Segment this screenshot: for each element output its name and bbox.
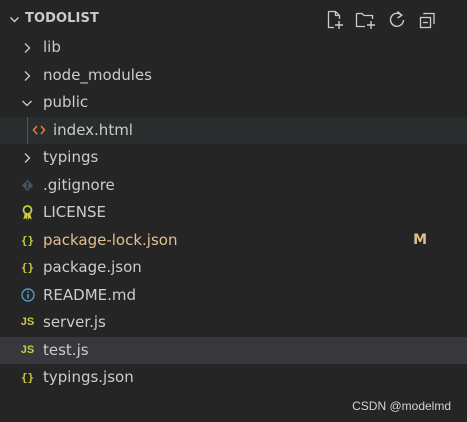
explorer-header: TODOLIST [0, 0, 467, 38]
tree-item-node-modules[interactable]: node_modules [0, 62, 467, 90]
tree-item-label: package-lock.json [43, 230, 178, 249]
tree-item-label: server.js [43, 313, 106, 331]
tree-item-label: LICENSE [43, 203, 106, 221]
refresh-icon [389, 10, 405, 27]
refresh-button[interactable] [386, 9, 408, 31]
tree-item-label: lib [43, 38, 61, 56]
watermark: CSDN @modelmd [352, 399, 451, 413]
tree-item-label: public [43, 93, 89, 111]
tree-item-label: README.md [43, 285, 137, 304]
json-icon: {} [20, 261, 35, 274]
tree-item-public[interactable]: public [0, 89, 467, 117]
tree-item-readme-md[interactable]: README.md [0, 282, 467, 310]
tree-item-license[interactable]: LICENSE [0, 199, 467, 227]
tree-item-server-js[interactable]: JS server.js [0, 309, 467, 337]
tree-item-lib[interactable]: lib [0, 34, 467, 62]
tree-item-gitignore[interactable]: .gitignore [0, 172, 467, 200]
tree-item-label: typings [43, 148, 99, 166]
explorer-title[interactable]: TODOLIST [25, 11, 99, 26]
json-icon: {} [20, 371, 35, 384]
info-icon [19, 282, 36, 310]
file-tree: lib node_modules public index.html typin… [0, 34, 467, 392]
js-icon: JS [20, 343, 35, 356]
tree-item-label: index.html [53, 120, 133, 139]
new-file-button[interactable] [324, 9, 346, 31]
chevron-right-icon [24, 70, 31, 81]
tree-item-label: package.json [43, 258, 142, 276]
tree-item-label: .gitignore [43, 175, 115, 194]
tree-item-typings[interactable]: typings [0, 144, 467, 172]
chevron-right-icon [24, 153, 31, 163]
git-icon [19, 172, 36, 200]
js-icon: JS [20, 316, 35, 328]
chevron-right-icon [24, 43, 31, 53]
tree-item-test-js[interactable]: JS test.js [0, 336, 467, 364]
new-folder-icon [355, 12, 375, 29]
html-icon [30, 117, 47, 145]
indent-guide [27, 116, 28, 144]
json-icon: {} [20, 233, 35, 247]
collapse-all-button[interactable] [417, 9, 439, 31]
new-file-icon [327, 10, 343, 29]
tree-item-label: typings.json [43, 368, 134, 386]
explorer-toolbar [324, 9, 439, 31]
chevron-down-icon[interactable] [9, 14, 20, 25]
tree-item-package-json[interactable]: {} package.json [0, 254, 467, 282]
tree-item-package-lock-json[interactable]: {} package-lock.json M [0, 227, 467, 255]
license-icon [19, 199, 36, 227]
tree-item-typings-json[interactable]: {} typings.json [0, 364, 467, 392]
tree-item-index-html[interactable]: index.html [0, 116, 467, 145]
git-modified-badge: M [413, 231, 427, 248]
collapse-all-icon [419, 12, 435, 29]
tree-item-label: node_modules [43, 65, 152, 84]
chevron-down-icon [22, 100, 32, 107]
new-folder-button[interactable] [355, 9, 377, 31]
tree-item-label: test.js [43, 340, 89, 359]
